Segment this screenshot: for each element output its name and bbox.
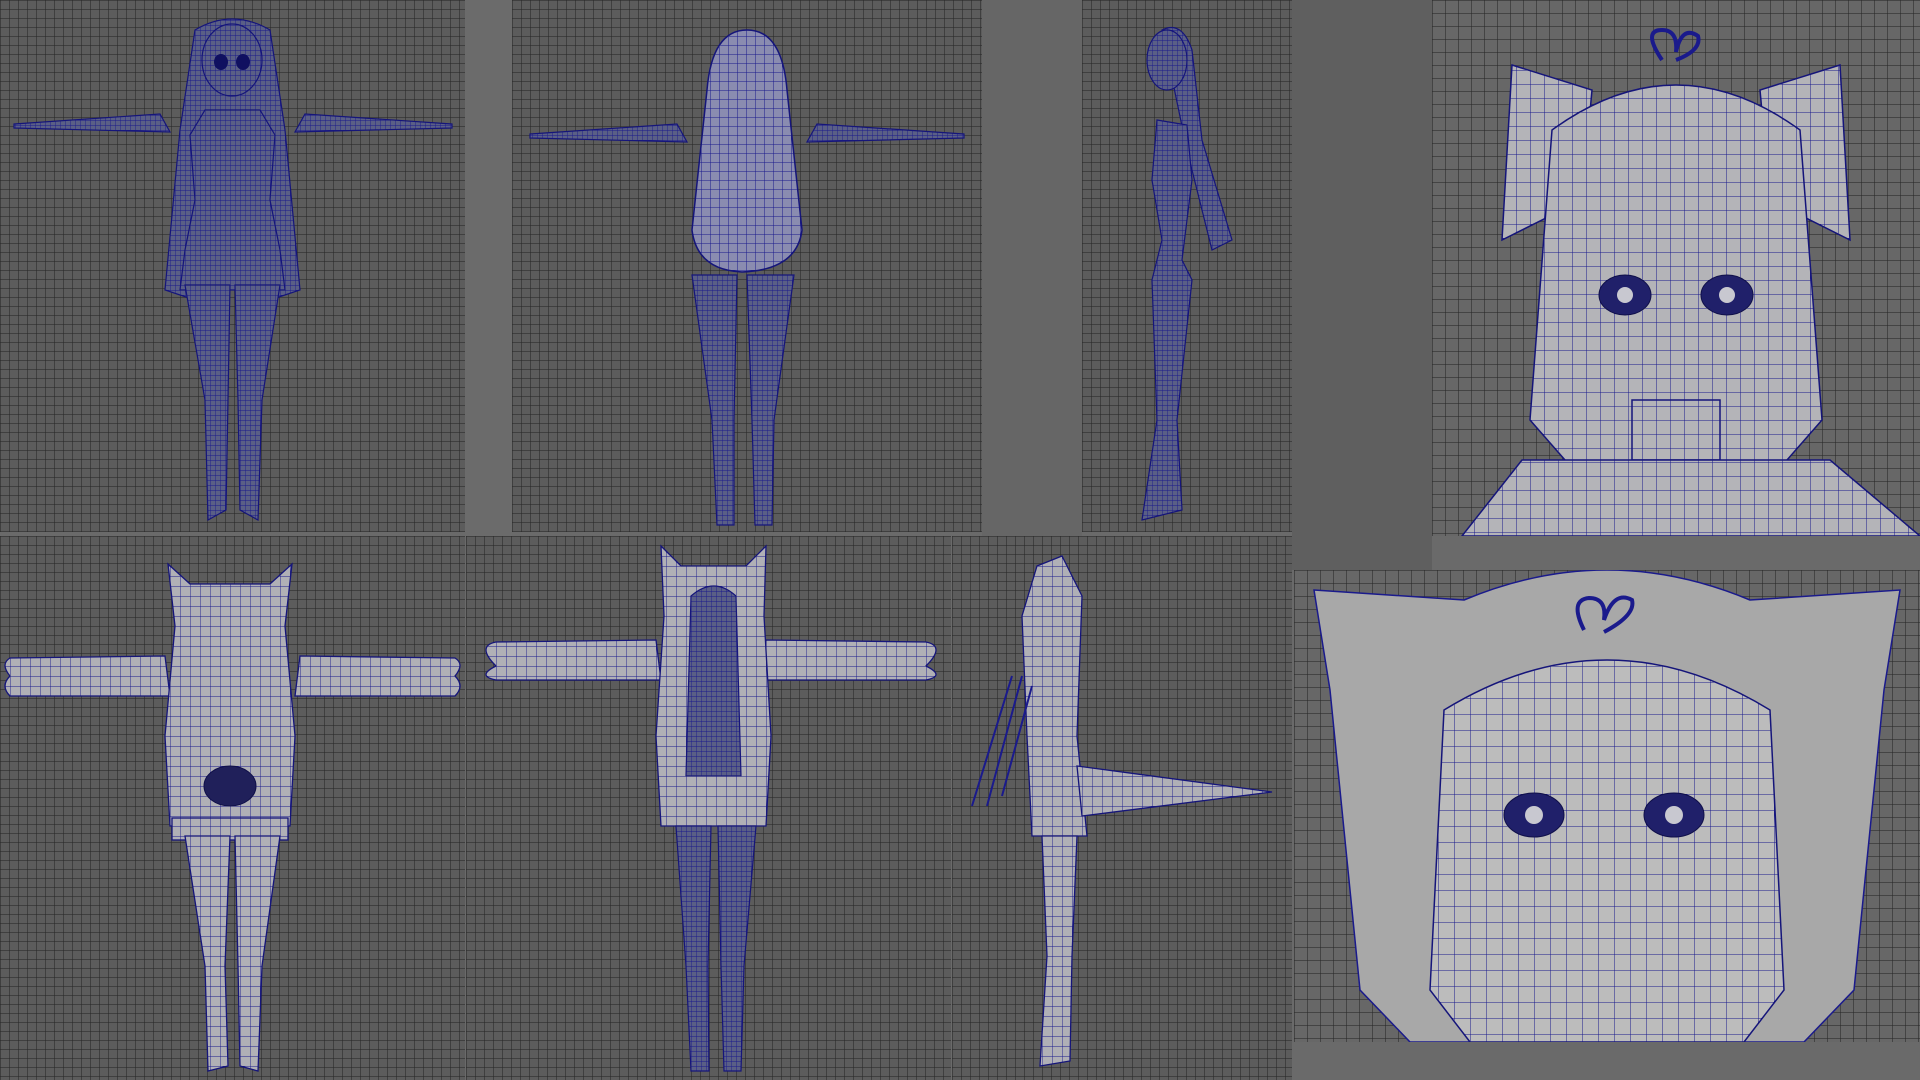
viewport-gap (982, 0, 1082, 536)
character-mesh-back (529, 29, 965, 526)
character-hoodie-head-mesh (1313, 570, 1901, 1042)
viewport-gap (1292, 0, 1432, 570)
character-hoodie-front-mesh (485, 544, 937, 1072)
character-head-mesh (1461, 27, 1920, 536)
viewport-hoodie-front[interactable] (466, 536, 951, 1080)
character-hoodie-back-mesh (4, 562, 461, 1072)
character-mesh-front (13, 18, 453, 522)
viewport-head-closeup[interactable] (1432, 0, 1920, 536)
character-hoodie-side-mesh (971, 555, 1273, 1067)
viewport-hoodie-side[interactable] (952, 536, 1292, 1080)
viewport-front-wireframe[interactable] (0, 0, 465, 532)
viewport-gap (465, 0, 512, 536)
viewport-hoodie-head-closeup[interactable] (1294, 570, 1920, 1042)
character-mesh-side (1141, 26, 1233, 521)
viewport-hoodie-back[interactable] (0, 536, 465, 1080)
viewport-back-wireframe[interactable] (512, 0, 982, 532)
viewport-side-wireframe[interactable] (1082, 0, 1292, 532)
